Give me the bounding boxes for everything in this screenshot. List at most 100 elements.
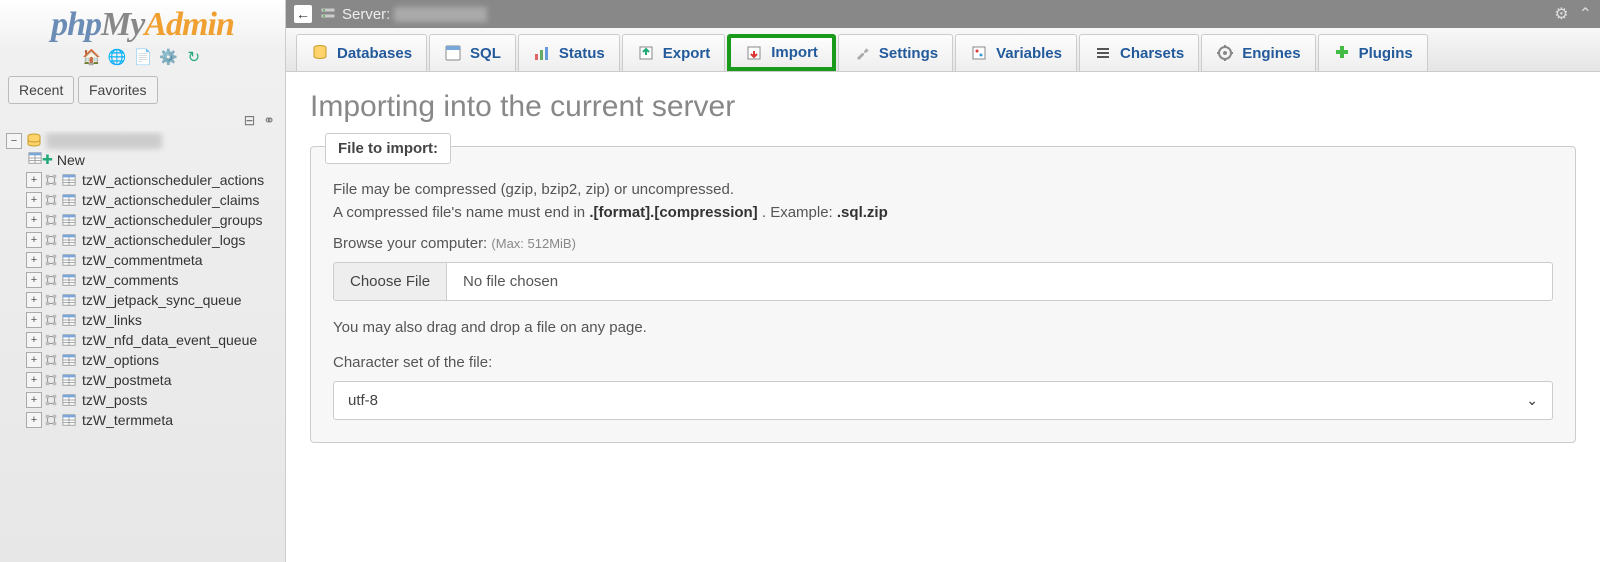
new-label: New xyxy=(57,152,85,168)
tab-label: Variables xyxy=(996,45,1062,62)
table-icon[interactable] xyxy=(62,193,76,207)
favorites-button[interactable]: Favorites xyxy=(78,76,158,104)
table-row[interactable]: +tzW_actionscheduler_logs xyxy=(6,232,285,248)
table-row[interactable]: + tzW_jetpack_sync_queue xyxy=(6,292,285,308)
tab-engines[interactable]: Engines xyxy=(1201,34,1315,71)
table-row[interactable]: +tzW_comments xyxy=(6,272,285,288)
table-icon[interactable] xyxy=(62,273,76,287)
database-icon xyxy=(26,133,42,149)
collapse-topbar-icon[interactable]: ⌃ xyxy=(1579,4,1592,24)
expand-icon[interactable]: + xyxy=(26,332,42,348)
table-row[interactable]: +tzW_termmeta xyxy=(6,412,285,428)
recent-button[interactable]: Recent xyxy=(8,76,74,104)
structure-icon[interactable] xyxy=(44,193,58,207)
reload-icon[interactable]: ↻ xyxy=(185,48,203,66)
logout-icon[interactable]: 🌐 xyxy=(108,48,126,66)
collapse-icon[interactable]: − xyxy=(6,133,22,149)
table-row[interactable]: + tzW_actionscheduler_claims xyxy=(6,192,285,208)
expand-icon[interactable]: + xyxy=(26,212,42,228)
expand-icon[interactable]: + xyxy=(26,392,42,408)
tab-sql[interactable]: SQL xyxy=(429,34,516,71)
file-input[interactable]: Choose File No file chosen xyxy=(333,262,1553,301)
table-icon[interactable] xyxy=(62,253,76,267)
db-root[interactable]: − xxxxxxxx xyxy=(6,133,285,149)
table-icon[interactable] xyxy=(62,313,76,327)
expand-icon[interactable]: + xyxy=(26,252,42,268)
top-tabs: DatabasesSQLStatusExport Import Settings Va… xyxy=(286,28,1600,72)
table-row[interactable]: +tzW_postmeta xyxy=(6,372,285,388)
expand-icon[interactable]: + xyxy=(26,272,42,288)
tab-label: Charsets xyxy=(1120,45,1184,62)
tree-toolbar: ⊟ ⚭ xyxy=(0,108,285,131)
structure-icon[interactable] xyxy=(44,233,58,247)
structure-icon[interactable] xyxy=(44,213,58,227)
structure-icon[interactable] xyxy=(44,173,58,187)
table-icon[interactable] xyxy=(62,373,76,387)
docs-icon[interactable]: 📄 xyxy=(134,48,152,66)
collapse-all-icon[interactable]: ⊟ xyxy=(244,112,256,128)
structure-icon[interactable] xyxy=(44,273,58,287)
table-icon[interactable] xyxy=(62,353,76,367)
settings-icon[interactable]: ⚙️ xyxy=(159,48,177,66)
gear-icon[interactable]: ⚙ xyxy=(1554,4,1568,24)
tab-import[interactable]: Import xyxy=(727,34,836,71)
tab-charsets[interactable]: Charsets xyxy=(1079,34,1199,71)
home-icon[interactable]: 🏠 xyxy=(82,48,100,66)
structure-icon[interactable] xyxy=(44,253,58,267)
expand-icon[interactable]: + xyxy=(26,412,42,428)
table-name: tzW_options xyxy=(82,352,159,368)
structure-icon[interactable] xyxy=(44,313,58,327)
back-button[interactable]: ← xyxy=(294,5,312,23)
table-row[interactable]: +tzW_links xyxy=(6,312,285,328)
expand-icon[interactable]: + xyxy=(26,352,42,368)
table-row[interactable]: +tzW_commentmeta xyxy=(6,252,285,268)
table-row[interactable]: +tzW_actionscheduler_groups xyxy=(6,212,285,228)
structure-icon[interactable] xyxy=(44,393,58,407)
structure-icon[interactable] xyxy=(44,413,58,427)
tab-plugins[interactable]: Plugins xyxy=(1318,34,1428,71)
expand-icon[interactable]: + xyxy=(26,372,42,388)
table-name: tzW_jetpack_sync_queue xyxy=(82,292,242,308)
table-icon[interactable] xyxy=(62,233,76,247)
structure-icon[interactable] xyxy=(44,293,58,307)
chosen-file-text: No file chosen xyxy=(447,263,1552,300)
table-row[interactable]: +tzW_nfd_data_event_queue xyxy=(6,332,285,348)
table-icon[interactable] xyxy=(62,213,76,227)
new-table[interactable]: ✚ New xyxy=(6,151,285,168)
logo-part-my: My xyxy=(101,6,144,43)
tab-label: Settings xyxy=(879,45,938,62)
structure-icon[interactable] xyxy=(44,373,58,387)
tab-settings[interactable]: Settings xyxy=(838,34,953,71)
table-icon[interactable] xyxy=(62,293,76,307)
logo[interactable]: phpMyAdmin xyxy=(0,0,285,46)
page-title: Importing into the current server xyxy=(310,90,1576,124)
expand-icon[interactable]: + xyxy=(26,192,42,208)
table-name: tzW_actionscheduler_claims xyxy=(82,192,259,208)
choose-file-button[interactable]: Choose File xyxy=(334,263,447,300)
expand-icon[interactable]: + xyxy=(26,292,42,308)
table-icon[interactable] xyxy=(62,333,76,347)
table-name: tzW_posts xyxy=(82,392,147,408)
expand-icon[interactable]: + xyxy=(26,232,42,248)
table-row[interactable]: + tzW_posts xyxy=(6,392,285,408)
tab-label: Import xyxy=(771,44,818,61)
expand-icon[interactable]: + xyxy=(26,312,42,328)
tab-export[interactable]: Export xyxy=(622,34,726,71)
table-icon[interactable] xyxy=(62,393,76,407)
tab-variables[interactable]: Variables xyxy=(955,34,1077,71)
table-icon[interactable] xyxy=(62,173,76,187)
table-icon[interactable] xyxy=(62,413,76,427)
tab-status[interactable]: Status xyxy=(518,34,620,71)
drag-hint: You may also drag and drop a file on any… xyxy=(333,319,1553,336)
content: Importing into the current server File t… xyxy=(286,72,1600,562)
tab-databases[interactable]: Databases xyxy=(296,34,427,71)
expand-icon[interactable]: + xyxy=(26,172,42,188)
link-icon[interactable]: ⚭ xyxy=(263,112,275,128)
structure-icon[interactable] xyxy=(44,353,58,367)
plus-icon: ✚ xyxy=(42,152,53,168)
table-row[interactable]: + tzW_options xyxy=(6,352,285,368)
compress-info-1: File may be compressed (gzip, bzip2, zip… xyxy=(333,181,1553,198)
table-row[interactable]: +tzW_actionscheduler_actions xyxy=(6,172,285,188)
structure-icon[interactable] xyxy=(44,333,58,347)
charset-select[interactable]: utf-8 ⌄ xyxy=(333,381,1553,420)
